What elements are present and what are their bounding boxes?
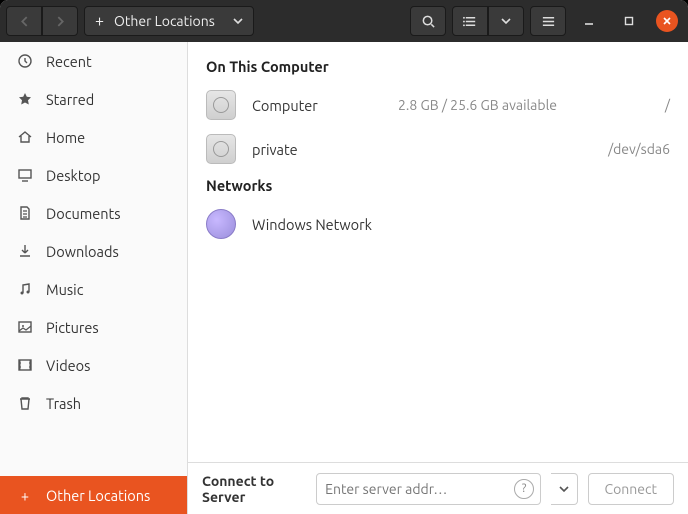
hamburger-icon [541, 14, 556, 29]
chevron-right-icon [55, 16, 66, 27]
plus-icon: + [95, 12, 104, 30]
minimize-button[interactable] [578, 10, 600, 32]
sidebar-item-pictures[interactable]: Pictures [0, 308, 187, 346]
view-list-button[interactable] [452, 6, 488, 36]
section-header-computer: On This Computer [206, 58, 670, 75]
desktop-icon [16, 166, 34, 184]
downloads-icon [16, 242, 34, 260]
sidebar-item-label: Starred [46, 91, 94, 108]
main-pane: On This Computer Computer 2.8 GB / 25.6 … [188, 42, 688, 514]
connect-to-server-bar: Connect to Server ? Connect [188, 462, 688, 514]
disk-icon [206, 90, 236, 120]
videos-icon [16, 356, 34, 374]
close-icon [662, 16, 672, 26]
volume-name: Computer [252, 97, 382, 114]
hamburger-menu-button[interactable] [530, 6, 566, 36]
close-button[interactable] [656, 10, 678, 32]
view-dropdown-button[interactable] [488, 6, 524, 36]
sidebar-item-home[interactable]: Home [0, 118, 187, 156]
sidebar-item-label: Trash [46, 395, 81, 412]
documents-icon [16, 204, 34, 222]
sidebar-item-label: Pictures [46, 319, 99, 336]
minimize-icon [584, 16, 594, 26]
volume-mount: /dev/sda6 [608, 141, 670, 157]
location-bar[interactable]: + Other Locations [84, 6, 254, 36]
chevron-down-icon [501, 16, 511, 26]
maximize-button[interactable] [618, 10, 640, 32]
pictures-icon [16, 318, 34, 336]
sidebar-item-label: Other Locations [46, 487, 150, 504]
volume-name: private [252, 141, 382, 158]
sidebar: Recent Starred Home Desktop Documents [0, 42, 188, 514]
titlebar: + Other Locations [0, 0, 688, 42]
location-label: Other Locations [114, 13, 215, 29]
list-icon [463, 14, 478, 29]
file-manager-window: + Other Locations [0, 0, 688, 514]
disk-icon [206, 134, 236, 164]
sidebar-item-label: Documents [46, 205, 121, 222]
music-icon [16, 280, 34, 298]
network-icon [206, 209, 236, 239]
section-header-networks: Networks [206, 177, 670, 194]
search-icon [421, 14, 436, 29]
forward-button[interactable] [42, 6, 78, 36]
clock-icon [16, 52, 34, 70]
search-button[interactable] [410, 6, 446, 36]
trash-icon [16, 394, 34, 412]
plus-icon: + [16, 486, 34, 504]
home-icon [16, 128, 34, 146]
sidebar-item-label: Desktop [46, 167, 100, 184]
connect-button[interactable]: Connect [588, 473, 675, 505]
connect-label: Connect to Server [202, 473, 306, 505]
sidebar-item-other-locations[interactable]: + Other Locations [0, 476, 187, 514]
back-button[interactable] [6, 6, 42, 36]
sidebar-item-videos[interactable]: Videos [0, 346, 187, 384]
sidebar-item-recent[interactable]: Recent [0, 42, 187, 80]
chevron-left-icon [19, 16, 30, 27]
volume-mount: / [610, 97, 670, 113]
sidebar-item-music[interactable]: Music [0, 270, 187, 308]
volume-meta: 2.8 GB / 25.6 GB available [398, 97, 594, 113]
sidebar-item-starred[interactable]: Starred [0, 80, 187, 118]
sidebar-item-desktop[interactable]: Desktop [0, 156, 187, 194]
sidebar-item-label: Music [46, 281, 83, 298]
sidebar-item-trash[interactable]: Trash [0, 384, 187, 422]
sidebar-item-label: Recent [46, 53, 92, 70]
volume-row[interactable]: Computer 2.8 GB / 25.6 GB available / [206, 83, 670, 127]
network-row[interactable]: Windows Network [206, 202, 670, 246]
network-name: Windows Network [252, 216, 372, 233]
sidebar-item-documents[interactable]: Documents [0, 194, 187, 232]
sidebar-item-label: Home [46, 129, 85, 146]
sidebar-item-label: Downloads [46, 243, 119, 260]
chevron-down-icon [559, 484, 569, 494]
star-icon [16, 90, 34, 108]
maximize-icon [624, 16, 634, 26]
volume-row[interactable]: private /dev/sda6 [206, 127, 670, 171]
server-address-input[interactable] [317, 481, 514, 497]
sidebar-item-downloads[interactable]: Downloads [0, 232, 187, 270]
sidebar-item-label: Videos [46, 357, 90, 374]
server-history-dropdown[interactable] [551, 473, 577, 505]
help-button[interactable]: ? [514, 479, 534, 499]
chevron-down-icon [233, 16, 243, 26]
